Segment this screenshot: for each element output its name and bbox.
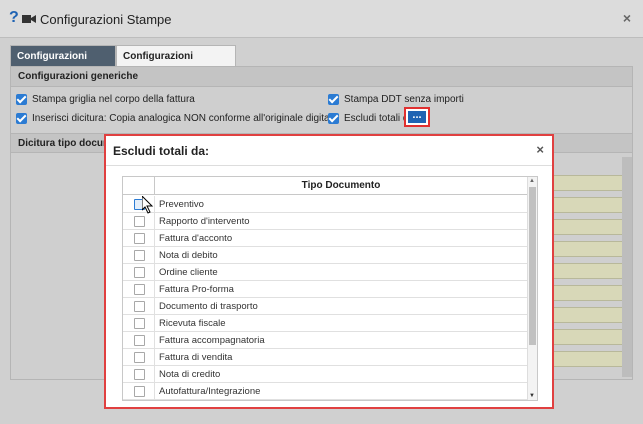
row-label: Rapporto d'intervento	[159, 216, 250, 227]
dicitura-field[interactable]	[551, 175, 631, 191]
row-label: Documento di trasporto	[159, 301, 258, 312]
tab-configurazioni-ditta-cliente[interactable]: Configurazioni Ditta/Cliente	[116, 45, 236, 84]
row-checkbox[interactable]	[134, 301, 145, 312]
section-title: Configurazioni generiche	[11, 67, 632, 87]
column-header-tipo-documento[interactable]: Tipo Documento	[155, 177, 527, 195]
tab-configurazioni-generiche[interactable]: Configurazioni generiche	[10, 45, 116, 84]
dicitura-field[interactable]	[551, 219, 631, 235]
row-label: Fattura di vendita	[159, 352, 233, 363]
close-modal-icon[interactable]: ×	[536, 142, 544, 157]
row-checkbox[interactable]	[134, 318, 145, 329]
row-checkbox[interactable]	[134, 369, 145, 380]
row-label: Ricevuta fiscale	[159, 318, 226, 329]
dicitura-field[interactable]	[551, 329, 631, 345]
table-row[interactable]: Fattura d'acconto	[123, 230, 527, 247]
close-window-icon[interactable]: ×	[623, 10, 631, 26]
select-all-column[interactable]	[123, 177, 155, 195]
checkbox-checked[interactable]	[328, 93, 339, 105]
dicitura-scrollbar[interactable]	[622, 157, 632, 377]
table-row[interactable]: Fattura Pro-forma	[123, 281, 527, 298]
scroll-up-icon[interactable]: ▲	[529, 178, 535, 184]
mouse-cursor-icon	[142, 196, 154, 214]
row-label: Nota di debito	[159, 250, 218, 261]
row-label: Fattura d'acconto	[159, 233, 233, 244]
row-checkbox[interactable]	[134, 267, 145, 278]
dicitura-field[interactable]	[551, 263, 631, 279]
table-row[interactable]: Rapporto d'intervento	[123, 213, 527, 230]
option-stampa-ddt[interactable]: Stampa DDT senza importi	[328, 93, 464, 107]
tipo-documento-grid: Tipo Documento Preventivo Rapporto d'int…	[122, 176, 538, 401]
row-label: Preventivo	[159, 199, 204, 210]
help-icon[interactable]: ?	[9, 9, 19, 27]
row-label: Ordine cliente	[159, 267, 218, 278]
configurazioni-stampe-window: ? Configurazioni Stampe × Configurazioni…	[0, 0, 643, 424]
grid-scrollbar[interactable]: ▲ ▼	[527, 177, 537, 400]
video-camera-icon	[22, 15, 36, 23]
dicitura-field[interactable]	[551, 307, 631, 323]
row-checkbox[interactable]	[134, 284, 145, 295]
grid-header: Tipo Documento	[123, 177, 527, 195]
table-row[interactable]: Ricevuta fiscale	[123, 315, 527, 332]
dicitura-field[interactable]	[551, 241, 631, 257]
escludi-totali-modal: Escludi totali da: × Tipo Documento Prev…	[104, 134, 554, 409]
row-label: Nota di credito	[159, 369, 221, 380]
table-row[interactable]: Ordine cliente	[123, 264, 527, 281]
table-row[interactable]: Nota di debito	[123, 247, 527, 264]
checkbox-checked[interactable]	[16, 93, 27, 105]
row-checkbox[interactable]	[134, 335, 145, 346]
row-label: Autofattura/Integrazione	[159, 386, 261, 397]
checkbox-checked[interactable]	[16, 112, 27, 124]
row-label: Fattura accompagnatoria	[159, 335, 265, 346]
row-checkbox[interactable]	[134, 233, 145, 244]
modal-divider	[106, 165, 552, 166]
table-row[interactable]: Nota di credito	[123, 366, 527, 383]
option-inserisci-dicitura[interactable]: Inserisci dicitura: Copia analogica NON …	[16, 112, 337, 126]
modal-title: Escludi totali da:	[113, 144, 210, 158]
window-title: Configurazioni Stampe	[40, 12, 172, 27]
option-stampa-griglia[interactable]: Stampa griglia nel corpo della fattura	[16, 93, 195, 107]
row-checkbox[interactable]	[134, 250, 145, 261]
title-bar: ? Configurazioni Stampe ×	[0, 0, 643, 38]
dicitura-field[interactable]	[551, 285, 631, 301]
row-label: Fattura Pro-forma	[159, 284, 234, 295]
row-checkbox[interactable]	[134, 352, 145, 363]
escludi-totali-dots-button[interactable]: ...	[404, 107, 430, 127]
table-row[interactable]: Preventivo	[123, 196, 527, 213]
row-checkbox[interactable]	[134, 386, 145, 397]
scrollbar-thumb[interactable]	[529, 187, 536, 345]
checkbox-checked[interactable]	[328, 112, 339, 124]
table-row[interactable]: Documento di trasporto	[123, 298, 527, 315]
row-checkbox[interactable]	[134, 216, 145, 227]
table-row[interactable]: Autofattura/Integrazione	[123, 383, 527, 400]
dicitura-field[interactable]	[551, 197, 631, 213]
table-row[interactable]: Fattura accompagnatoria	[123, 332, 527, 349]
table-row[interactable]: Fattura di vendita	[123, 349, 527, 366]
dicitura-field[interactable]	[551, 351, 631, 367]
scroll-down-icon[interactable]: ▼	[529, 393, 535, 399]
